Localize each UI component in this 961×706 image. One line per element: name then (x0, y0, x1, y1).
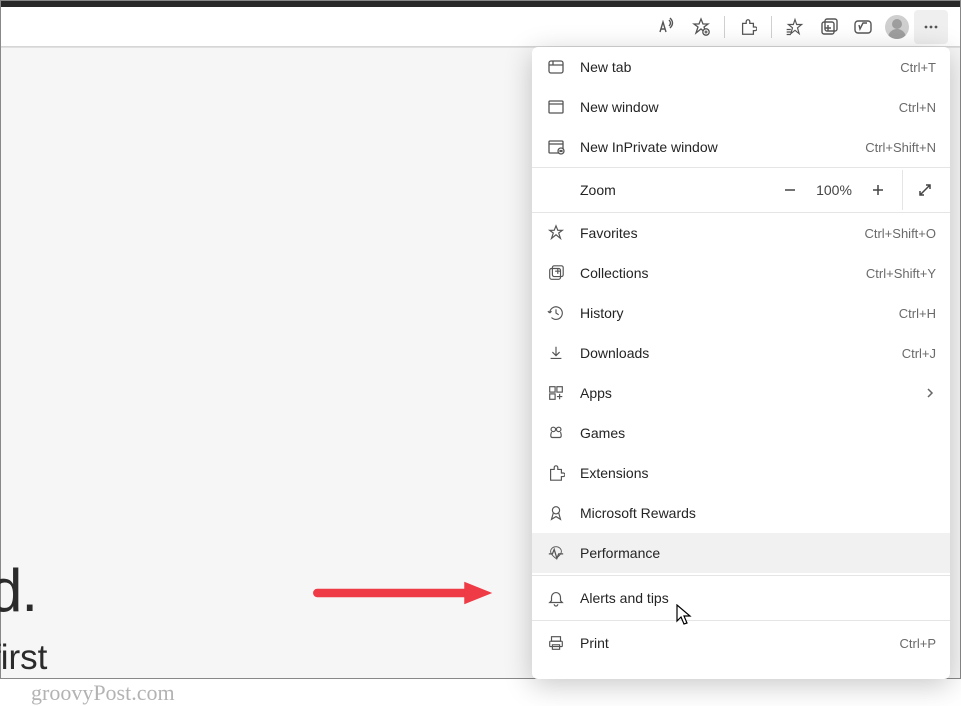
menu-shortcut: Ctrl+H (899, 306, 936, 321)
profile-button[interactable] (880, 10, 914, 44)
zoom-out-button[interactable] (770, 170, 810, 210)
read-aloud-button[interactable] (650, 10, 684, 44)
menu-item-inprivate[interactable]: New InPrivate window Ctrl+Shift+N (532, 127, 950, 167)
menu-label: Games (580, 425, 936, 441)
history-icon (546, 303, 566, 323)
zoom-in-button[interactable] (858, 170, 898, 210)
menu-label: Microsoft Rewards (580, 505, 936, 521)
performance-icon (546, 543, 566, 563)
page-subheading-fragment: first (0, 638, 47, 678)
menu-label: Extensions (580, 465, 936, 481)
menu-item-downloads[interactable]: Downloads Ctrl+J (532, 333, 950, 373)
rewards-icon (546, 503, 566, 523)
collections-icon (546, 263, 566, 283)
menu-item-new-tab[interactable]: New tab Ctrl+T (532, 47, 950, 87)
menu-shortcut: Ctrl+Shift+Y (866, 266, 936, 281)
menu-label: New InPrivate window (580, 139, 851, 155)
settings-menu: New tab Ctrl+T New window Ctrl+N New InP… (532, 47, 950, 679)
math-solver-button[interactable] (846, 10, 880, 44)
favorites-icon (546, 223, 566, 243)
menu-label: Performance (580, 545, 936, 561)
menu-item-apps[interactable]: Apps (532, 373, 950, 413)
menu-separator (532, 620, 950, 621)
menu-label: Print (580, 635, 886, 651)
menu-shortcut: Ctrl+J (902, 346, 936, 361)
menu-item-extensions[interactable]: Extensions (532, 453, 950, 493)
watermark-text: groovyPost.com (31, 680, 175, 706)
menu-label: Alerts and tips (580, 590, 936, 606)
menu-label: Downloads (580, 345, 888, 361)
alerts-icon (546, 588, 566, 608)
settings-more-button[interactable] (914, 10, 948, 44)
menu-label: Apps (580, 385, 910, 401)
menu-shortcut: Ctrl+P (900, 636, 936, 651)
menu-shortcut: Ctrl+Shift+N (865, 140, 936, 155)
menu-label: New tab (580, 59, 886, 75)
extensions-icon (546, 463, 566, 483)
menu-separator (532, 575, 950, 576)
inprivate-icon (546, 137, 566, 157)
avatar-icon (885, 15, 909, 39)
menu-item-new-window[interactable]: New window Ctrl+N (532, 87, 950, 127)
menu-shortcut: Ctrl+T (900, 60, 936, 75)
apps-icon (546, 383, 566, 403)
menu-shortcut: Ctrl+Shift+O (864, 226, 936, 241)
zoom-value: 100% (810, 182, 858, 198)
collections-button[interactable] (812, 10, 846, 44)
new-window-icon (546, 97, 566, 117)
menu-item-favorites[interactable]: Favorites Ctrl+Shift+O (532, 213, 950, 253)
zoom-label: Zoom (580, 182, 770, 198)
new-tab-icon (546, 57, 566, 77)
games-icon (546, 423, 566, 443)
menu-label: New window (580, 99, 885, 115)
menu-label: History (580, 305, 885, 321)
downloads-icon (546, 343, 566, 363)
menu-item-print[interactable]: Print Ctrl+P (532, 623, 950, 663)
menu-item-games[interactable]: Games (532, 413, 950, 453)
menu-label: Favorites (580, 225, 850, 241)
menu-item-performance[interactable]: Performance (532, 533, 950, 573)
fullscreen-button[interactable] (902, 170, 946, 210)
extensions-button[interactable] (731, 10, 765, 44)
favorites-button[interactable] (778, 10, 812, 44)
menu-label: Collections (580, 265, 852, 281)
chevron-right-icon (924, 387, 936, 399)
add-favorite-button[interactable] (684, 10, 718, 44)
menu-zoom-row: Zoom 100% (532, 167, 950, 213)
menu-item-history[interactable]: History Ctrl+H (532, 293, 950, 333)
menu-item-collections[interactable]: Collections Ctrl+Shift+Y (532, 253, 950, 293)
menu-shortcut: Ctrl+N (899, 100, 936, 115)
page-heading-fragment: ted. (0, 556, 37, 625)
print-icon (546, 633, 566, 653)
browser-toolbar (1, 7, 960, 47)
menu-item-rewards[interactable]: Microsoft Rewards (532, 493, 950, 533)
menu-item-alerts[interactable]: Alerts and tips (532, 578, 950, 618)
